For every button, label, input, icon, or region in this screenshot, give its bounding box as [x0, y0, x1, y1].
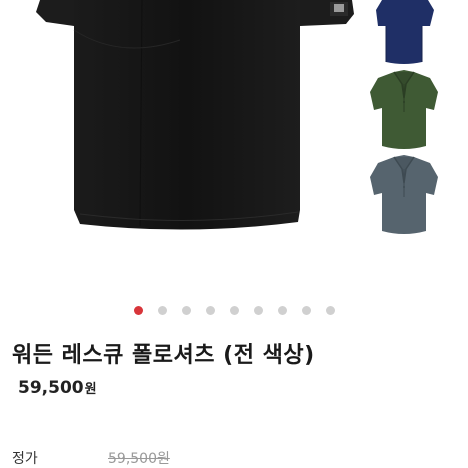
list-price-label: 정가 — [12, 451, 38, 467]
carousel-dot-6[interactable] — [253, 306, 263, 315]
sale-price: 59,500원 — [18, 378, 97, 398]
carousel-dot-3[interactable] — [181, 306, 191, 315]
main-product-image[interactable] — [0, 0, 368, 260]
product-title: 워든 레스큐 폴로셔츠 (전 색상) — [12, 343, 315, 368]
sale-price-value: 59,500 — [18, 378, 84, 398]
carousel-dot-2[interactable] — [157, 306, 167, 315]
carousel-dot-9[interactable] — [325, 306, 335, 315]
carousel-dot-7[interactable] — [277, 306, 287, 315]
carousel-pagination — [0, 306, 468, 318]
carousel-dot-4[interactable] — [205, 306, 215, 315]
product-image-gallery[interactable] — [0, 0, 468, 295]
carousel-dot-8[interactable] — [301, 306, 311, 315]
carousel-dot-5[interactable] — [229, 306, 239, 315]
color-swatch-grey[interactable] — [368, 153, 440, 237]
carousel-dot-1[interactable] — [133, 306, 143, 315]
color-swatch-olive[interactable] — [368, 68, 440, 152]
sale-price-unit: 원 — [84, 382, 97, 397]
list-price-value: 59,500원 — [108, 451, 170, 467]
